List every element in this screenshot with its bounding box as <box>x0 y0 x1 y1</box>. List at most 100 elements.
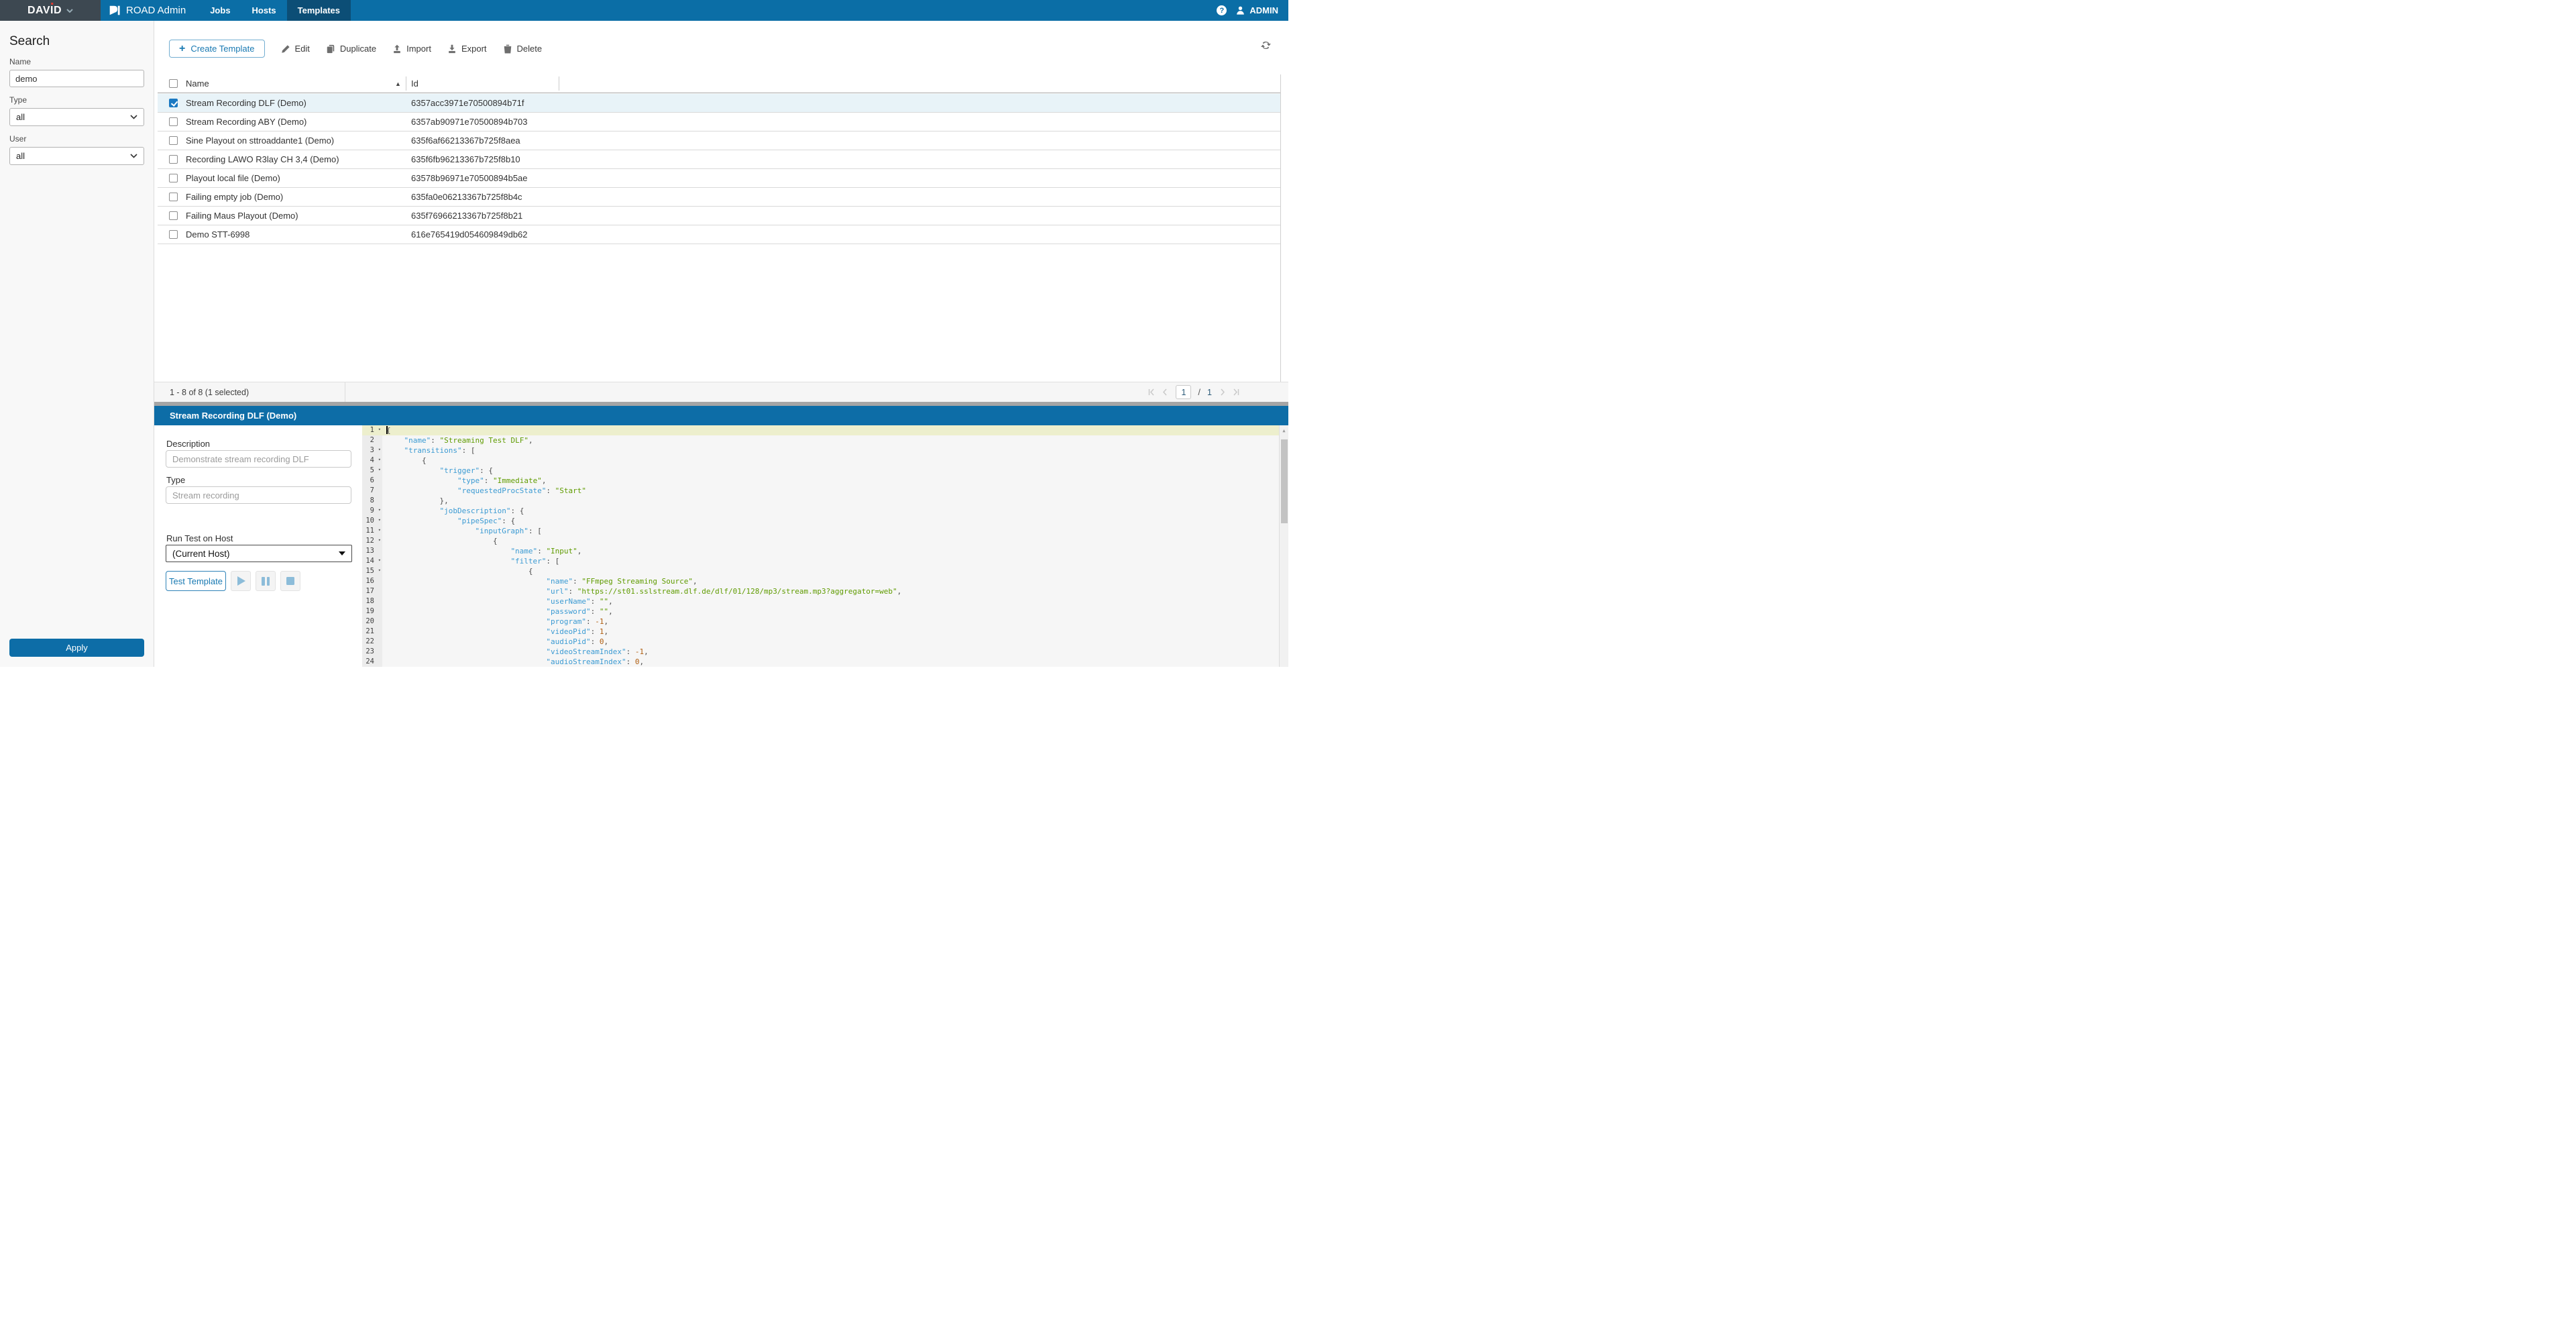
test-template-button[interactable]: Test Template <box>166 571 226 591</box>
template-id-cell: 6357ab90971e70500894b703 <box>411 117 528 127</box>
column-header-id[interactable]: Id <box>411 78 418 89</box>
previous-page-button[interactable] <box>1162 388 1169 396</box>
editor-scrollbar-thumb[interactable] <box>1281 439 1288 523</box>
editor-line[interactable]: 20 "program": -1, <box>362 617 1279 627</box>
last-page-button[interactable] <box>1233 388 1240 396</box>
row-checkbox[interactable] <box>169 99 178 107</box>
apply-button[interactable]: Apply <box>9 639 144 657</box>
trash-icon <box>503 44 512 54</box>
gutter-cell: 1▾ <box>362 425 382 435</box>
row-checkbox[interactable] <box>169 136 178 145</box>
type-field[interactable]: Stream recording <box>166 486 351 504</box>
help-icon[interactable]: ? <box>1217 5 1227 15</box>
templates-main: + Create Template Edit Duplicate Import … <box>154 21 1288 667</box>
editor-line[interactable]: 6 "type": "Immediate", <box>362 476 1279 486</box>
editor-line[interactable]: 7 "requestedProcState": "Start" <box>362 486 1279 496</box>
row-checkbox[interactable] <box>169 230 178 239</box>
gutter-cell: 13 <box>362 546 382 556</box>
stop-icon <box>286 577 294 585</box>
editor-line[interactable]: 9▾ "jobDescription": { <box>362 506 1279 516</box>
table-row[interactable]: Stream Recording DLF (Demo) 6357acc3971e… <box>158 94 1280 113</box>
type-select[interactable]: all <box>9 108 144 126</box>
row-checkbox[interactable] <box>169 211 178 220</box>
row-checkbox[interactable] <box>169 174 178 182</box>
david-brand-menu[interactable]: DAVID <box>0 0 101 21</box>
sort-ascending-icon[interactable]: ▲ <box>395 81 401 87</box>
editor-line[interactable]: 10▾ "pipeSpec": { <box>362 516 1279 526</box>
row-checkbox[interactable] <box>169 193 178 201</box>
export-button[interactable]: Export <box>447 44 487 54</box>
stop-button[interactable] <box>280 571 300 591</box>
run-host-select[interactable]: (Current Host) <box>166 545 352 562</box>
next-page-button[interactable] <box>1219 388 1226 396</box>
editor-content[interactable]: 1▾{2 "name": "Streaming Test DLF",3▾ "tr… <box>362 425 1279 667</box>
column-header-name[interactable]: Name <box>186 78 209 89</box>
duplicate-button[interactable]: Duplicate <box>326 44 376 54</box>
fold-icon[interactable]: ▾ <box>378 515 381 525</box>
table-scrollbar-track[interactable] <box>1280 74 1288 382</box>
fold-icon[interactable]: ▾ <box>378 525 381 535</box>
search-name-input[interactable] <box>9 70 144 87</box>
play-button[interactable] <box>231 571 251 591</box>
table-row[interactable]: Recording LAWO R3lay CH 3,4 (Demo) 635f6… <box>158 150 1280 169</box>
fold-icon[interactable]: ▾ <box>378 465 381 475</box>
editor-line[interactable]: 13 "name": "Input", <box>362 546 1279 556</box>
table-row[interactable]: Sine Playout on sttroaddante1 (Demo) 635… <box>158 131 1280 150</box>
fold-icon[interactable]: ▾ <box>378 505 381 515</box>
editor-line[interactable]: 12▾ { <box>362 536 1279 546</box>
user-menu[interactable]: ADMIN <box>1235 5 1278 15</box>
fold-icon[interactable]: ▾ <box>378 455 381 465</box>
editor-line[interactable]: 24 "audioStreamIndex": 0, <box>362 657 1279 667</box>
create-template-button[interactable]: + Create Template <box>169 40 265 58</box>
admin-username: ADMIN <box>1249 5 1278 15</box>
user-select-value: all <box>16 151 25 161</box>
pause-button[interactable] <box>256 571 276 591</box>
table-row[interactable]: Failing Maus Playout (Demo) 635f76966213… <box>158 207 1280 225</box>
current-page-input[interactable]: 1 <box>1176 385 1191 399</box>
editor-line[interactable]: 3▾ "transitions": [ <box>362 445 1279 456</box>
table-row[interactable]: Demo STT-6998 616e765419d054609849db62 <box>158 225 1280 244</box>
delete-button[interactable]: Delete <box>503 44 543 54</box>
user-select[interactable]: all <box>9 147 144 165</box>
editor-line[interactable]: 5▾ "trigger": { <box>362 466 1279 476</box>
table-row[interactable]: Stream Recording ABY (Demo) 6357ab90971e… <box>158 113 1280 131</box>
first-page-button[interactable] <box>1147 388 1155 396</box>
editor-line[interactable]: 15▾ { <box>362 566 1279 576</box>
editor-line[interactable]: 17 "url": "https://st01.sslstream.dlf.de… <box>362 586 1279 596</box>
fold-icon[interactable]: ▾ <box>378 535 381 545</box>
editor-line[interactable]: 22 "audioPid": 0, <box>362 637 1279 647</box>
table-row[interactable]: Failing empty job (Demo) 635fa0e06213367… <box>158 188 1280 207</box>
editor-line[interactable]: 2 "name": "Streaming Test DLF", <box>362 435 1279 445</box>
fold-icon[interactable]: ▾ <box>378 566 381 576</box>
editor-line[interactable]: 11▾ "inputGraph": [ <box>362 526 1279 536</box>
row-checkbox[interactable] <box>169 117 178 126</box>
editor-line[interactable]: 23 "videoStreamIndex": -1, <box>362 647 1279 657</box>
chevron-left-icon <box>1162 388 1169 396</box>
editor-line[interactable]: 8 }, <box>362 496 1279 506</box>
total-pages: 1 <box>1207 388 1212 397</box>
fold-icon[interactable]: ▾ <box>378 445 381 455</box>
nav-item-templates[interactable]: Templates <box>287 0 351 21</box>
row-checkbox[interactable] <box>169 155 178 164</box>
editor-line[interactable]: 18 "userName": "", <box>362 596 1279 606</box>
nav-item-hosts[interactable]: Hosts <box>241 0 287 21</box>
editor-line[interactable]: 19 "password": "", <box>362 606 1279 617</box>
refresh-button[interactable] <box>1260 40 1272 53</box>
editor-line[interactable]: 16 "name": "FFmpeg Streaming Source", <box>362 576 1279 586</box>
editor-line[interactable]: 4▾ { <box>362 456 1279 466</box>
edit-button[interactable]: Edit <box>281 44 310 54</box>
nav-item-jobs[interactable]: Jobs <box>199 0 241 21</box>
type-select-value: all <box>16 112 25 122</box>
editor-line[interactable]: 14▾ "filter": [ <box>362 556 1279 566</box>
select-all-checkbox[interactable] <box>169 79 178 88</box>
fold-icon[interactable]: ▾ <box>378 555 381 566</box>
editor-line[interactable]: 1▾{ <box>362 425 1279 435</box>
scroll-up-icon[interactable]: ▲ <box>1280 425 1288 436</box>
template-detail-form: Description Demonstrate stream recording… <box>154 425 362 667</box>
editor-line[interactable]: 21 "videoPid": 1, <box>362 627 1279 637</box>
import-button[interactable]: Import <box>392 44 431 54</box>
table-row[interactable]: Playout local file (Demo) 63578b96971e70… <box>158 169 1280 188</box>
fold-icon[interactable]: ▾ <box>378 425 381 435</box>
chevron-right-icon <box>1219 388 1226 396</box>
description-field[interactable]: Demonstrate stream recording DLF <box>166 450 351 468</box>
